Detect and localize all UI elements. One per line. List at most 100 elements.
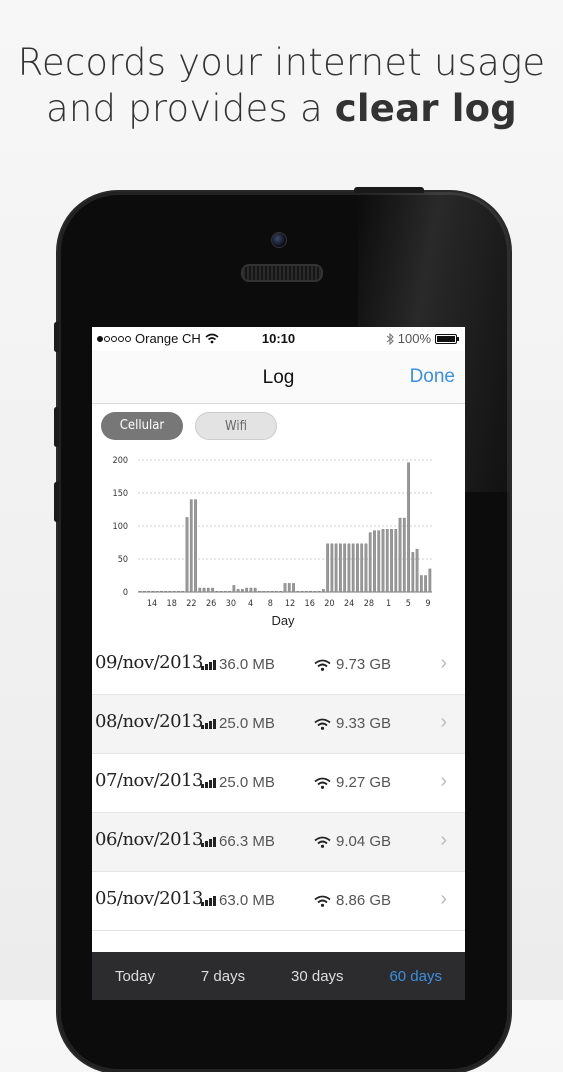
list-item[interactable]: 05/nov/2013 63.0 MB 8.86 GB › <box>92 872 465 931</box>
chart-bar <box>343 543 347 593</box>
chart-bar <box>351 543 355 593</box>
chart-bar <box>402 517 406 593</box>
phone-mute-switch <box>54 322 59 352</box>
x-tick-label: 20 <box>324 599 334 609</box>
chart-bar <box>155 590 159 593</box>
y-tick-label: 50 <box>118 555 128 565</box>
chart-bar <box>181 590 185 593</box>
list-item[interactable]: 06/nov/2013 66.3 MB 9.04 GB › <box>92 813 465 872</box>
chart-bar <box>275 590 278 593</box>
chart-bar <box>283 583 287 593</box>
chart-bar <box>330 543 334 593</box>
chart-bar <box>364 543 368 593</box>
row-cellular-value: 66.3 MB <box>219 833 275 850</box>
headline-line-2: and provides a clear log <box>0 86 563 132</box>
segment-wifi[interactable]: Wifi <box>195 412 277 440</box>
list-item[interactable]: 07/nov/2013 25.0 MB 9.27 GB › <box>92 754 465 813</box>
x-tick-label: 14 <box>147 599 157 609</box>
marketing-headline: Records your internet usage and provides… <box>0 40 563 132</box>
chevron-right-icon: › <box>440 711 447 733</box>
chart-bar <box>313 590 317 593</box>
wifi-icon <box>314 659 331 671</box>
signal-bars-icon <box>201 836 216 847</box>
chart-bar <box>232 585 236 593</box>
wifi-icon <box>314 777 331 789</box>
row-wifi-usage: 8.86 GB <box>314 892 391 909</box>
segment-cellular[interactable]: Cellular <box>101 412 183 440</box>
chart-bar <box>394 529 398 593</box>
chart-bar <box>262 590 266 593</box>
chart-bar <box>177 590 180 593</box>
x-tick-label: 24 <box>344 599 354 609</box>
chart-bar <box>223 590 227 593</box>
battery-fill <box>437 335 455 342</box>
chart-bar <box>219 590 223 593</box>
earpiece-speaker <box>241 264 323 282</box>
row-cellular-value: 36.0 MB <box>219 656 275 673</box>
x-tick-label: 18 <box>167 599 177 609</box>
status-bar: Orange CH 10:10 100% <box>92 327 465 351</box>
chart-bar <box>296 590 300 593</box>
x-tick-label: 9 <box>425 599 430 609</box>
x-tick-label: 4 <box>248 599 253 609</box>
x-tick-label: 28 <box>364 599 374 609</box>
tab-7-days[interactable]: 7 days <box>195 968 251 985</box>
row-wifi-usage: 9.27 GB <box>314 774 391 791</box>
chart-bar <box>151 590 155 593</box>
battery-percent: 100% <box>397 331 431 346</box>
chart-bar <box>381 529 385 593</box>
chart-bar <box>266 590 270 593</box>
chart-bar <box>424 575 427 593</box>
row-cellular-usage: 63.0 MB <box>201 892 275 909</box>
row-cellular-usage: 36.0 MB <box>201 656 275 673</box>
chart-bar <box>407 462 410 593</box>
signal-bars-icon <box>201 659 216 670</box>
chart-bar <box>326 543 329 593</box>
row-date: 09/nov/2013 <box>95 652 203 673</box>
chart-bar <box>160 590 163 593</box>
chart-bar <box>185 517 189 593</box>
chart-bar <box>292 583 295 593</box>
tab-30-days[interactable]: 30 days <box>285 968 350 985</box>
chart-bar <box>215 590 219 593</box>
x-tick-label: 8 <box>268 599 273 609</box>
chart-bar <box>300 590 304 593</box>
tab-today[interactable]: Today <box>109 968 161 985</box>
row-wifi-usage: 9.04 GB <box>314 833 391 850</box>
tab-60-days[interactable]: 60 days <box>383 968 448 985</box>
chart-bar <box>390 529 393 593</box>
chevron-right-icon: › <box>440 829 447 851</box>
chart-bar <box>189 499 193 593</box>
chart-bar <box>334 543 338 593</box>
chart-bar <box>168 590 172 593</box>
row-wifi-usage: 9.73 GB <box>314 656 391 673</box>
chart-bar <box>360 543 364 593</box>
chart-bar <box>304 590 308 593</box>
row-cellular-usage: 66.3 MB <box>201 833 275 850</box>
signal-bars-icon <box>201 718 216 729</box>
chart-bar <box>339 543 342 593</box>
wifi-icon <box>314 836 331 848</box>
x-tick-label: 1 <box>386 599 391 609</box>
chart-bar <box>143 590 146 593</box>
x-axis-label: Day <box>271 613 295 628</box>
chart-bar <box>249 587 253 593</box>
y-tick-label: 150 <box>113 489 128 499</box>
row-date: 06/nov/2013 <box>95 829 203 850</box>
list-item[interactable]: 08/nov/2013 25.0 MB 9.33 GB › <box>92 695 465 754</box>
chart-bar <box>428 568 432 593</box>
usage-bar-chart: 0 50 100 150 200 14 18 22 26 30 4 8 12 16 20 24 28 1 5 9 Day <box>113 456 432 628</box>
phone-power-button <box>354 187 424 193</box>
chart-bar <box>138 590 142 593</box>
chart-bar <box>241 589 244 593</box>
row-wifi-usage: 9.33 GB <box>314 715 391 732</box>
chart-bar <box>377 530 381 593</box>
done-button[interactable]: Done <box>410 366 455 388</box>
chart-bar <box>321 589 325 593</box>
tab-bar: Today 7 days 30 days 60 days <box>92 952 465 1000</box>
chart-bar <box>279 590 283 593</box>
list-item[interactable]: 09/nov/2013 36.0 MB 9.73 GB › <box>92 636 465 695</box>
battery-icon <box>435 333 459 344</box>
signal-bars-icon <box>201 895 216 906</box>
row-cellular-usage: 25.0 MB <box>201 715 275 732</box>
